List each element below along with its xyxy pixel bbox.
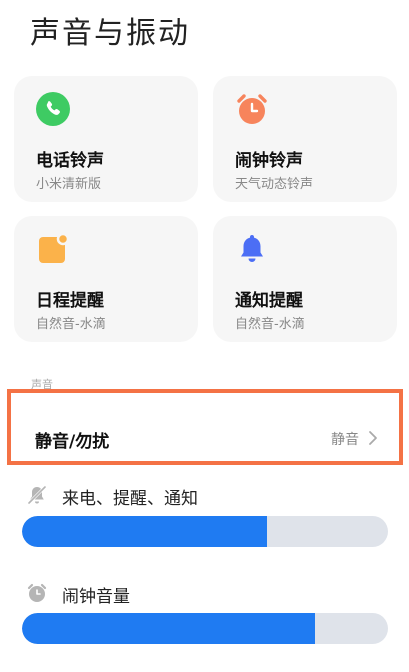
card-schedule-reminder[interactable]: 日程提醒 自然音-水滴 (14, 216, 198, 342)
card-subtitle: 自然音-水滴 (36, 317, 106, 332)
alarm-volume-slider[interactable] (22, 613, 388, 644)
card-subtitle: 自然音-水滴 (235, 317, 305, 332)
card-phone-ringtone[interactable]: 电话铃声 小米清新版 (14, 76, 198, 202)
mute-dnd-label: 静音/勿扰 (35, 432, 110, 452)
card-notification-reminder[interactable]: 通知提醒 自然音-水滴 (213, 216, 397, 342)
alarm-icon (27, 583, 47, 602)
chevron-right-icon (369, 431, 377, 445)
ringer-volume-slider[interactable] (22, 516, 388, 547)
card-alarm-ringtone[interactable]: 闹钟铃声 天气动态铃声 (213, 76, 397, 202)
card-subtitle: 天气动态铃声 (235, 177, 314, 192)
phone-icon (36, 92, 70, 126)
ringer-volume-label: 来电、提醒、通知 (62, 489, 198, 509)
bell-muted-icon (27, 485, 47, 505)
card-subtitle: 小米清新版 (36, 177, 102, 192)
page-title: 声音与振动 (30, 16, 190, 51)
card-title: 闹钟铃声 (235, 151, 303, 171)
alarm-volume-label: 闹钟音量 (62, 587, 130, 607)
card-title: 日程提醒 (36, 291, 104, 311)
ringer-volume-fill (22, 516, 268, 547)
alarm-clock-icon (237, 94, 267, 124)
card-title: 电话铃声 (36, 151, 104, 171)
mute-dnd-value: 静音 (331, 432, 359, 448)
alarm-volume-fill (22, 613, 315, 644)
sound-vibration-screen: 声音与振动 电话铃声 小米清新版 闹钟铃声 天气动态铃声 日程提醒 自然音-水滴 (0, 0, 409, 672)
mute-dnd-row[interactable]: 静音/勿扰 静音 (7, 389, 403, 465)
card-title: 通知提醒 (235, 291, 303, 311)
bell-icon (241, 235, 263, 262)
calendar-icon (39, 232, 70, 263)
